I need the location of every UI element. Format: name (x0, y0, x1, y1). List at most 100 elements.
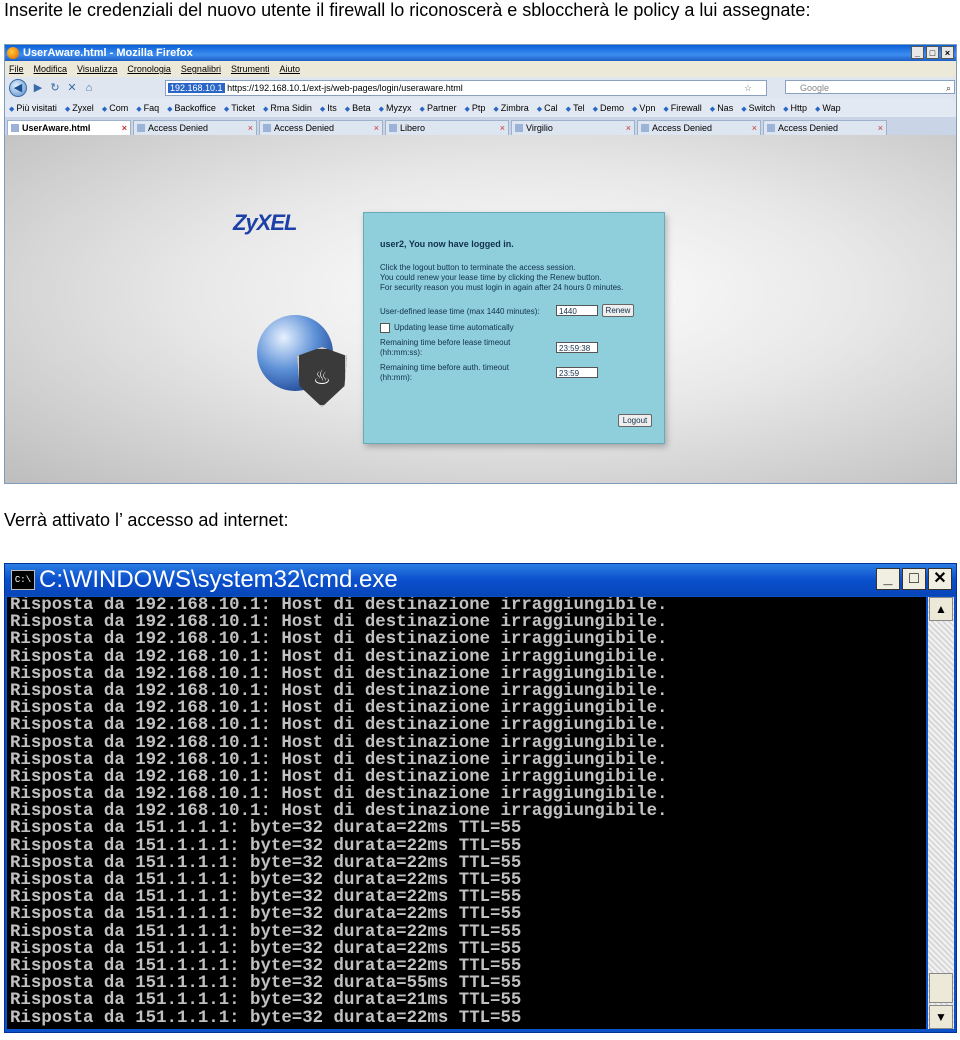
caption-top: Inserite le credenziali del nuovo utente… (4, 0, 811, 20)
bookmark-item[interactable]: Ptp (464, 103, 486, 113)
bookmark-item[interactable]: Tel (566, 103, 585, 113)
menu-segnalibri[interactable]: Segnalibri (181, 61, 221, 77)
console-line: Risposta da 192.168.10.1: Host di destin… (10, 630, 668, 650)
tab-close-icon[interactable]: × (374, 121, 379, 135)
logout-button[interactable]: Logout (618, 414, 652, 427)
search-icon[interactable]: ⌕ (946, 81, 951, 95)
login-info: Click the logout button to terminate the… (380, 263, 650, 293)
close-button[interactable]: × (941, 46, 954, 59)
console-line: Risposta da 151.1.1.1: byte=32 durata=22… (10, 819, 522, 839)
remaining-lease-value: 23:59:38 (556, 342, 598, 353)
menu-strumenti[interactable]: Strumenti (231, 61, 270, 77)
tab-libero[interactable]: Libero × (385, 120, 509, 135)
tab-label: Access Denied (652, 123, 713, 133)
menu-visualizza[interactable]: Visualizza (77, 61, 117, 77)
tab-close-icon[interactable]: × (878, 121, 883, 135)
console-output[interactable]: Risposta da 192.168.10.1: Host di destin… (7, 597, 926, 1029)
maximize-button[interactable]: □ (902, 568, 926, 590)
bookmark-item[interactable]: Http (783, 103, 808, 113)
tab-close-icon[interactable]: × (752, 121, 757, 135)
scroll-thumb[interactable] (929, 973, 953, 1003)
minimize-button[interactable]: _ (911, 46, 924, 59)
cmd-title: C:\WINDOWS\system32\cmd.exe (39, 566, 398, 593)
info-line: Click the logout button to terminate the… (380, 263, 576, 272)
bookmark-item[interactable]: Nas (710, 103, 733, 113)
console-line: Risposta da 151.1.1.1: byte=32 durata=22… (10, 905, 522, 925)
bookmark-item[interactable]: Cal (537, 103, 558, 113)
tab-useraware[interactable]: UserAware.html × (7, 120, 131, 135)
bookmark-item[interactable]: Com (102, 103, 128, 113)
console-line: Risposta da 192.168.10.1: Host di destin… (10, 664, 668, 684)
scrollbar[interactable]: ▲ ▼ (928, 597, 954, 1029)
shield-icon: ♨ (297, 347, 347, 407)
forward-icon[interactable]: ▶ (32, 82, 44, 94)
console-line: Risposta da 151.1.1.1: byte=32 durata=22… (10, 956, 522, 976)
console-line: Risposta da 151.1.1.1: byte=32 durata=21… (10, 991, 522, 1011)
menu-modifica[interactable]: Modifica (34, 61, 68, 77)
menu-cronologia[interactable]: Cronologia (127, 61, 171, 77)
bookmark-item[interactable]: Più visitati (9, 103, 57, 113)
bookmark-item[interactable]: Ticket (224, 103, 255, 113)
zyxel-logo: ZyXEL (233, 210, 297, 235)
tab-access-denied[interactable]: Access Denied × (763, 120, 887, 135)
bookmark-item[interactable]: Wap (815, 103, 840, 113)
maximize-button[interactable]: □ (926, 46, 939, 59)
search-placeholder: Google (800, 83, 830, 93)
bookmark-item[interactable]: Zyxel (65, 103, 94, 113)
url-bar[interactable]: 192.168.10.1 https://192.168.10.1/ext-js… (165, 80, 767, 96)
tab-label: Libero (400, 123, 426, 133)
auto-update-label: Updating lease time automatically (394, 323, 514, 332)
bookmark-item[interactable]: Its (320, 103, 337, 113)
console-line: Risposta da 192.168.10.1: Host di destin… (10, 597, 668, 615)
bookmark-item[interactable]: Beta (345, 103, 371, 113)
search-box[interactable]: Google ⌕ (785, 80, 955, 94)
scroll-down-icon[interactable]: ▼ (929, 1005, 953, 1029)
minimize-button[interactable]: _ (876, 568, 900, 590)
bookmark-item[interactable]: Firewall (663, 103, 702, 113)
tab-access-denied[interactable]: Access Denied × (637, 120, 761, 135)
firefox-icon (7, 47, 19, 59)
stop-icon[interactable]: ✕ (66, 82, 78, 94)
bookmark-item[interactable]: Zimbra (493, 103, 529, 113)
info-line: You could renew your lease time by click… (380, 273, 602, 282)
bookmark-item[interactable]: Faq (136, 103, 160, 113)
tab-close-icon[interactable]: × (122, 121, 127, 135)
tab-access-denied[interactable]: Access Denied × (259, 120, 383, 135)
bookmarks-toolbar: Più visitati Zyxel Com Faq Backoffice Ti… (5, 99, 956, 117)
back-icon[interactable]: ◀ (9, 79, 27, 97)
page-content: ZyXEL ♨ user2, You now have logged in. C… (5, 135, 956, 483)
bookmark-item[interactable]: Rma Sidin (263, 103, 312, 113)
caption-middle: Verrà attivato l’ accesso ad internet: (4, 510, 289, 530)
scroll-up-icon[interactable]: ▲ (929, 597, 953, 621)
bookmark-item[interactable]: Switch (741, 103, 776, 113)
tab-access-denied[interactable]: Access Denied × (133, 120, 257, 135)
remaining-lease-label: Remaining time before lease timeout (380, 338, 511, 347)
tab-close-icon[interactable]: × (248, 121, 253, 135)
menu-file[interactable]: File (9, 61, 24, 77)
tab-label: UserAware.html (22, 123, 91, 133)
console-line: Risposta da 151.1.1.1: byte=32 durata=22… (10, 853, 522, 873)
tab-label: Access Denied (778, 123, 839, 133)
bookmark-item[interactable]: Myzyx (379, 103, 412, 113)
tab-close-icon[interactable]: × (626, 121, 631, 135)
lease-label: User-defined lease time (max 1440 minute… (380, 307, 540, 316)
tab-bar: UserAware.html × Access Denied × Access De… (5, 117, 956, 135)
bookmark-item[interactable]: Vpn (632, 103, 655, 113)
bookmark-item[interactable]: Backoffice (167, 103, 216, 113)
bookmark-item[interactable]: Partner (420, 103, 457, 113)
console-line: Risposta da 192.168.10.1: Host di destin… (10, 699, 668, 719)
lease-input[interactable]: 1440 (556, 305, 598, 316)
renew-button[interactable]: Renew (602, 304, 634, 317)
tab-label: Access Denied (148, 123, 209, 133)
bookmark-star-icon[interactable]: ☆ (744, 81, 752, 95)
tab-virgilio[interactable]: Virgilio × (511, 120, 635, 135)
tab-close-icon[interactable]: × (500, 121, 505, 135)
auto-update-checkbox[interactable] (380, 323, 390, 333)
close-button[interactable]: ✕ (928, 568, 952, 590)
tab-label: Virgilio (526, 123, 553, 133)
menu-aiuto[interactable]: Aiuto (279, 61, 300, 77)
reload-icon[interactable]: ↻ (49, 82, 61, 94)
bookmark-item[interactable]: Demo (593, 103, 624, 113)
remaining-auth-label: Remaining time before auth. timeout (380, 363, 509, 372)
home-icon[interactable]: ⌂ (83, 82, 95, 94)
